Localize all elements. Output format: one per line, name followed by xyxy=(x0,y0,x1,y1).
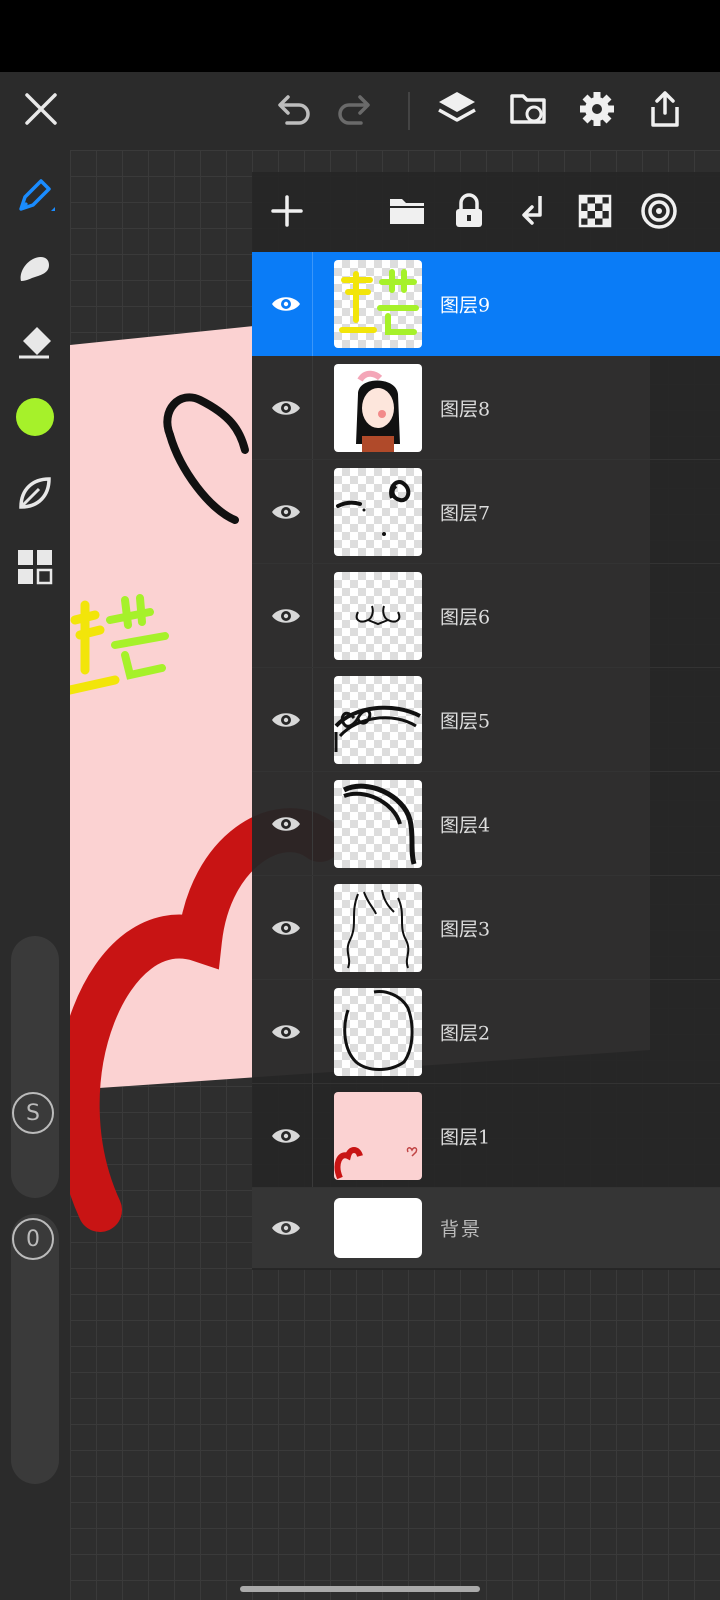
layer-name: 图层6 xyxy=(440,606,491,628)
row-divider xyxy=(312,772,313,875)
layer-row[interactable]: 图层1 xyxy=(252,1084,720,1188)
layers-panel: 图层9 图层8 图层7 图层6 图层5 图层4 图层3 图层2 图层1 背景 xyxy=(252,172,720,1270)
background-layer-row[interactable]: 背景 xyxy=(252,1188,720,1268)
share-icon[interactable] xyxy=(640,84,690,134)
layer-thumbnail xyxy=(334,884,422,972)
layer-thumbnail xyxy=(334,676,422,764)
layer-row[interactable]: 图层6 xyxy=(252,564,720,668)
opacity-slider[interactable]: 0 xyxy=(11,1214,59,1484)
eye-icon[interactable] xyxy=(268,916,304,940)
top-toolbar xyxy=(0,72,720,150)
layer-name: 图层3 xyxy=(440,918,491,940)
leaf-icon[interactable] xyxy=(10,468,60,518)
eye-icon[interactable] xyxy=(268,604,304,628)
layer-name: 图层2 xyxy=(440,1022,491,1044)
row-divider xyxy=(312,1084,313,1187)
transparency-icon[interactable] xyxy=(570,186,620,236)
layer-name: 背景 xyxy=(440,1218,483,1241)
layer-name: 图层5 xyxy=(440,710,491,732)
opacity-slider-knob[interactable]: 0 xyxy=(12,1218,54,1260)
eye-icon[interactable] xyxy=(268,812,304,836)
eye-icon[interactable] xyxy=(268,1216,304,1240)
layer-thumbnail xyxy=(334,1092,422,1180)
brush-size-slider[interactable]: S xyxy=(11,936,59,1198)
layer-row[interactable]: 图层2 xyxy=(252,980,720,1084)
eye-icon[interactable] xyxy=(268,292,304,316)
layer-name: 图层1 xyxy=(440,1126,491,1148)
merge-down-icon[interactable] xyxy=(508,186,558,236)
blend-icon[interactable] xyxy=(634,186,684,236)
current-color xyxy=(16,398,54,436)
import-icon[interactable] xyxy=(504,84,554,134)
row-divider xyxy=(312,876,313,979)
eye-icon[interactable] xyxy=(268,1124,304,1148)
eraser-icon[interactable] xyxy=(10,318,60,368)
eye-icon[interactable] xyxy=(268,500,304,524)
layer-thumbnail xyxy=(334,780,422,868)
undo-icon[interactable] xyxy=(268,84,318,134)
home-indicator[interactable] xyxy=(240,1586,480,1592)
row-divider xyxy=(312,668,313,771)
eye-icon[interactable] xyxy=(268,396,304,420)
eye-icon[interactable] xyxy=(268,708,304,732)
layer-row[interactable]: 图层4 xyxy=(252,772,720,876)
layer-row[interactable]: 图层7 xyxy=(252,460,720,564)
layer-thumbnail xyxy=(334,988,422,1076)
layer-name: 图层9 xyxy=(440,294,491,317)
row-divider xyxy=(312,564,313,667)
status-bar xyxy=(0,0,720,72)
layer-name: 图层7 xyxy=(440,502,491,524)
layer-thumbnail xyxy=(334,1198,422,1258)
grid-icon[interactable] xyxy=(10,542,60,592)
layer-row[interactable]: 图层3 xyxy=(252,876,720,980)
layers-toolbar xyxy=(252,172,720,252)
row-divider xyxy=(312,252,313,356)
layer-thumbnail xyxy=(334,468,422,556)
settings-icon[interactable] xyxy=(572,84,622,134)
left-toolbar: S 0 xyxy=(0,150,70,1600)
row-divider xyxy=(312,460,313,563)
lock-icon[interactable] xyxy=(444,186,494,236)
redo-icon[interactable] xyxy=(330,84,380,134)
brush-icon[interactable] xyxy=(10,170,60,220)
eye-icon[interactable] xyxy=(268,1020,304,1044)
layer-thumbnail xyxy=(334,572,422,660)
toolbar-separator xyxy=(408,92,410,130)
color-swatch[interactable] xyxy=(10,392,60,442)
smudge-icon[interactable] xyxy=(10,244,60,294)
layer-row[interactable]: 图层8 xyxy=(252,356,720,460)
layer-name: 图层4 xyxy=(440,814,491,836)
layer-thumbnail xyxy=(334,260,422,348)
layer-row[interactable]: 图层9 xyxy=(252,252,720,356)
layer-row[interactable]: 图层5 xyxy=(252,668,720,772)
size-slider-knob[interactable]: S xyxy=(12,1092,54,1134)
layers-icon[interactable] xyxy=(432,84,482,134)
add-layer-icon[interactable] xyxy=(262,186,312,236)
row-divider xyxy=(312,980,313,1083)
layer-thumbnail xyxy=(334,364,422,452)
layer-name: 图层8 xyxy=(440,398,491,420)
row-divider xyxy=(312,356,313,459)
close-icon[interactable] xyxy=(16,84,66,134)
folder-icon[interactable] xyxy=(382,186,432,236)
